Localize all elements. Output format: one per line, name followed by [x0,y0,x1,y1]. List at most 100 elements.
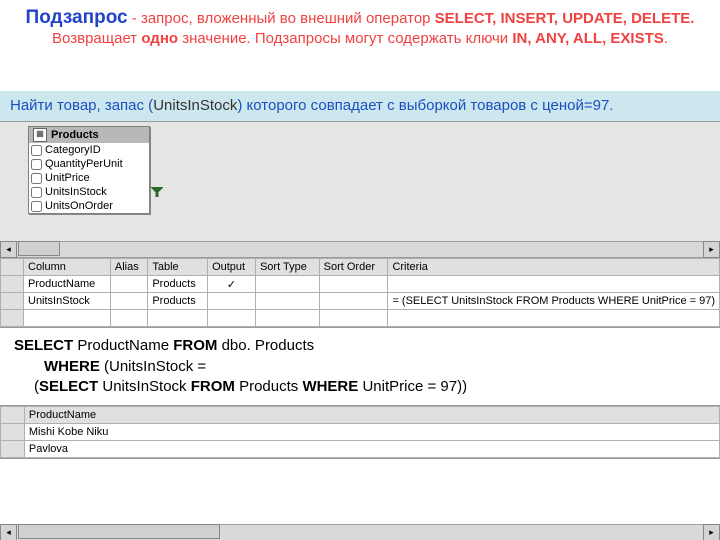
scroll-right-button[interactable]: ▸ [703,524,720,540]
cell-column[interactable] [24,310,111,327]
grid-hscrollbar[interactable]: ◂ ▸ [0,524,720,540]
result-col-header[interactable]: ProductName [24,407,719,424]
col-header[interactable]: Output [208,259,256,276]
sql-keyword: FROM [191,378,235,395]
row-selector[interactable] [1,293,24,310]
row-selector-header [1,407,25,424]
row-selector-header [1,259,24,276]
scroll-left-button[interactable]: ◂ [0,524,17,540]
cell-sortorder[interactable] [319,293,388,310]
sql-keyword: SELECT [14,337,73,354]
cell-output[interactable] [208,293,256,310]
def-text: . [664,30,668,47]
cell-sortorder[interactable] [319,310,388,327]
scroll-thumb[interactable] [18,241,60,256]
cell-sorttype[interactable] [255,310,319,327]
result-row[interactable]: Pavlova [1,441,720,458]
col-checkbox[interactable] [31,145,42,156]
cell-table[interactable]: Products [148,276,208,293]
table-col[interactable]: UnitsOnOrder [29,199,149,213]
sql-text-part: UnitPrice = 97)) [358,378,467,395]
cell-table[interactable]: Products [148,293,208,310]
row-selector[interactable] [1,424,25,441]
cell-criteria[interactable]: = (SELECT UnitsInStock FROM Products WHE… [388,293,720,310]
definition-block: Подзапрос - запрос, вложенный во внешний… [0,0,720,53]
diagram-hscrollbar[interactable]: ◂ ▸ [0,241,720,257]
criteria-grid-pane[interactable]: Column Alias Table Output Sort Type Sort… [0,258,720,328]
grid-row[interactable]: UnitsInStock Products = (SELECT UnitsInS… [1,293,720,310]
cell-output[interactable]: ✓ [208,276,256,293]
results-table[interactable]: ProductName Mishi Kobe Niku Pavlova [0,406,720,458]
table-header[interactable]: ▦ Products [29,127,149,143]
cell-alias[interactable] [110,310,147,327]
cell-alias[interactable] [110,293,147,310]
col-header[interactable]: Alias [110,259,147,276]
def-kw: SELECT, INSERT, UPDATE, DELETE. [435,10,695,27]
table-col[interactable]: UnitsInStock [29,185,149,199]
col-header[interactable]: Column [24,259,111,276]
col-header[interactable]: Criteria [388,259,720,276]
col-label: UnitsOnOrder [45,200,113,212]
row-selector[interactable] [1,310,24,327]
col-checkbox[interactable] [31,201,42,212]
table-col[interactable]: QuantityPerUnit [29,157,149,171]
table-col[interactable]: CategoryID [29,143,149,157]
cell-column[interactable]: ProductName [24,276,111,293]
results-pane[interactable]: ProductName Mishi Kobe Niku Pavlova [0,405,720,459]
filter-icon [151,187,163,197]
task-text: ) которого совпадает с выборкой товаров … [237,97,613,114]
row-selector[interactable] [1,441,25,458]
cell-criteria[interactable] [388,276,720,293]
sql-text-part: dbo. Products [217,337,314,354]
cell-sorttype[interactable] [255,276,319,293]
grid-row[interactable] [1,310,720,327]
col-header[interactable]: Sort Type [255,259,319,276]
sql-text-part: (UnitsInStock = [100,358,206,375]
cell-table[interactable] [148,310,208,327]
col-header[interactable]: Sort Order [319,259,388,276]
result-row[interactable]: Mishi Kobe Niku [1,424,720,441]
def-text: значение. Подзапросы могут содержать клю… [178,30,512,47]
col-checkbox[interactable] [31,159,42,170]
sql-text-part: ProductName [73,337,173,354]
scroll-right-button[interactable]: ▸ [703,241,720,258]
task-units: UnitsInStock [153,97,237,114]
table-icon: ▦ [33,128,47,142]
row-selector[interactable] [1,276,24,293]
sql-text-part: UnitsInStock [98,378,191,395]
scroll-left-button[interactable]: ◂ [0,241,17,258]
cell-criteria[interactable] [388,310,720,327]
cell-alias[interactable] [110,276,147,293]
def-kw: IN, ANY, ALL, EXISTS [512,30,663,47]
col-checkbox[interactable] [31,187,42,198]
task-banner: Найти товар, запас (UnitsInStock) которо… [0,91,720,122]
sql-keyword: FROM [173,337,217,354]
col-label: CategoryID [45,144,101,156]
grid-row[interactable]: ProductName Products ✓ [1,276,720,293]
sql-text-part: Products [235,378,303,395]
cell-column[interactable]: UnitsInStock [24,293,111,310]
criteria-grid[interactable]: Column Alias Table Output Sort Type Sort… [0,258,720,327]
table-title: Products [51,129,99,141]
term: Подзапрос [26,7,128,28]
col-label: UnitPrice [45,172,90,184]
result-header-row: ProductName [1,407,720,424]
sql-text: SELECT ProductName FROM dbo. Products WH… [0,328,720,405]
col-header[interactable]: Table [148,259,208,276]
scroll-thumb[interactable] [18,524,220,539]
table-col[interactable]: UnitPrice [29,171,149,185]
sql-keyword: SELECT [39,378,98,395]
def-text: - запрос, вложенный во внешний оператор [128,10,435,27]
query-designer-diagram-pane[interactable]: ▦ Products CategoryID QuantityPerUnit Un… [0,121,720,258]
cell-output[interactable] [208,310,256,327]
col-label: QuantityPerUnit [45,158,123,170]
result-cell[interactable]: Mishi Kobe Niku [24,424,719,441]
cell-sortorder[interactable] [319,276,388,293]
result-cell[interactable]: Pavlova [24,441,719,458]
table-products[interactable]: ▦ Products CategoryID QuantityPerUnit Un… [28,126,150,214]
cell-sorttype[interactable] [255,293,319,310]
col-checkbox[interactable] [31,173,42,184]
slide: Подзапрос - запрос, вложенный во внешний… [0,0,720,540]
grid-header-row: Column Alias Table Output Sort Type Sort… [1,259,720,276]
def-kw: одно [141,30,178,47]
